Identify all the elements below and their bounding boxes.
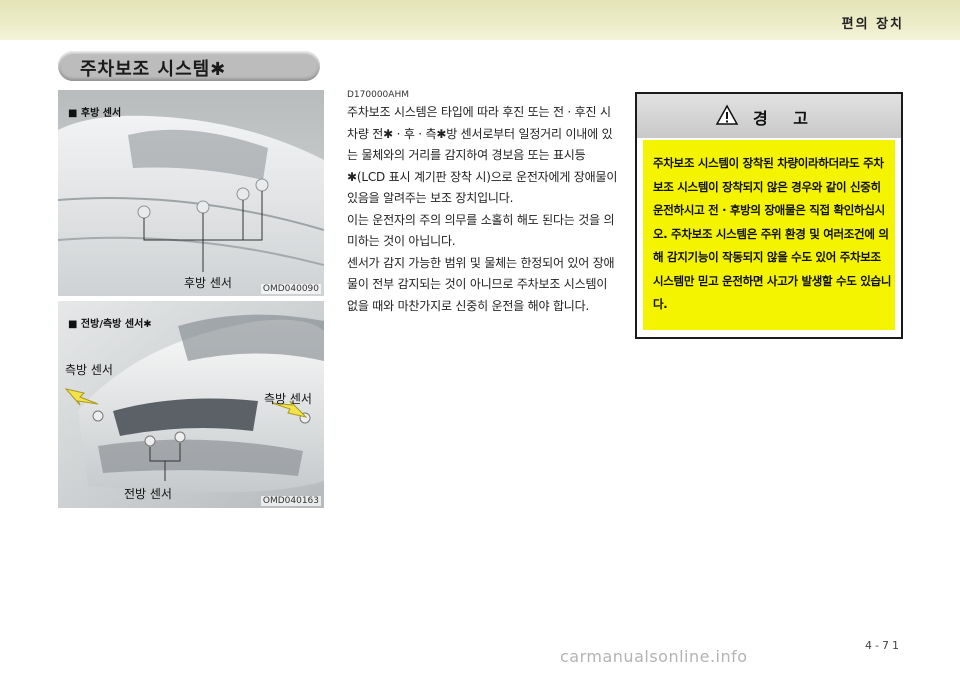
rear-figure-tag: ■ 후방 센서 xyxy=(68,108,122,119)
front-figure-tag: ■ 전방/측방 센서✱ xyxy=(68,319,152,330)
warning-body: 주차보조 시스템이 장착된 차량이라하더라도 주차보조 시스템이 장착되지 않은… xyxy=(643,140,895,330)
section-code: D170000AHM xyxy=(347,90,409,100)
rear-sensor-figure: ■ 후방 센서 후방 센서 OMD040090 xyxy=(58,90,324,296)
watermark: carmanualsonline.info xyxy=(560,647,748,666)
front-side-sensor-figure: ■ 전방/측방 센서✱ 측방 센서 측방 센서 전방 센서 OMD040163 xyxy=(58,301,324,508)
rear-figure-code: OMD040090 xyxy=(260,284,321,294)
paragraph-caution: 이는 운전자의 주의 의무를 소홀히 해도 된다는 것을 의미하는 것이 아닙니… xyxy=(347,212,615,249)
paragraph-limits: 센서가 감지 가능한 범위 및 물체는 한정되어 있어 장애물이 전부 감지되는… xyxy=(347,255,615,313)
body-text: D170000AHM 주차보조 시스템은 타입에 따라 후진 또는 전 · 후진… xyxy=(347,90,619,317)
front-figure-code: OMD040163 xyxy=(260,496,321,506)
paragraph-intro: 주차보조 시스템은 타입에 따라 후진 또는 전 · 후진 시 차량 전✱ · … xyxy=(347,105,618,205)
warning-header: 경 고 xyxy=(637,94,901,138)
warning-text: 주차보조 시스템이 장착된 차량이라하더라도 주차보조 시스템이 장착되지 않은… xyxy=(653,156,892,311)
warning-box: 경 고 주차보조 시스템이 장착된 차량이라하더라도 주차보조 시스템이 장착되… xyxy=(635,92,903,339)
warning-title: 경 고 xyxy=(753,109,819,128)
rear-sensor-label: 후방 센서 xyxy=(184,276,232,290)
chapter-title: 편의 장치 xyxy=(841,17,904,32)
section-title: 주차보조 시스템✱ xyxy=(80,59,227,80)
header-band: 편의 장치 xyxy=(0,0,960,40)
front-sensor-label: 전방 센서 xyxy=(124,487,172,501)
section-title-pill: 주차보조 시스템✱ xyxy=(58,51,320,81)
warning-triangle-icon xyxy=(715,104,739,125)
side-sensor-label-right: 측방 센서 xyxy=(264,392,312,406)
side-sensor-label-left: 측방 센서 xyxy=(65,363,113,377)
page-number: 4-71 xyxy=(865,639,902,652)
rear-car-illustration xyxy=(58,90,324,296)
